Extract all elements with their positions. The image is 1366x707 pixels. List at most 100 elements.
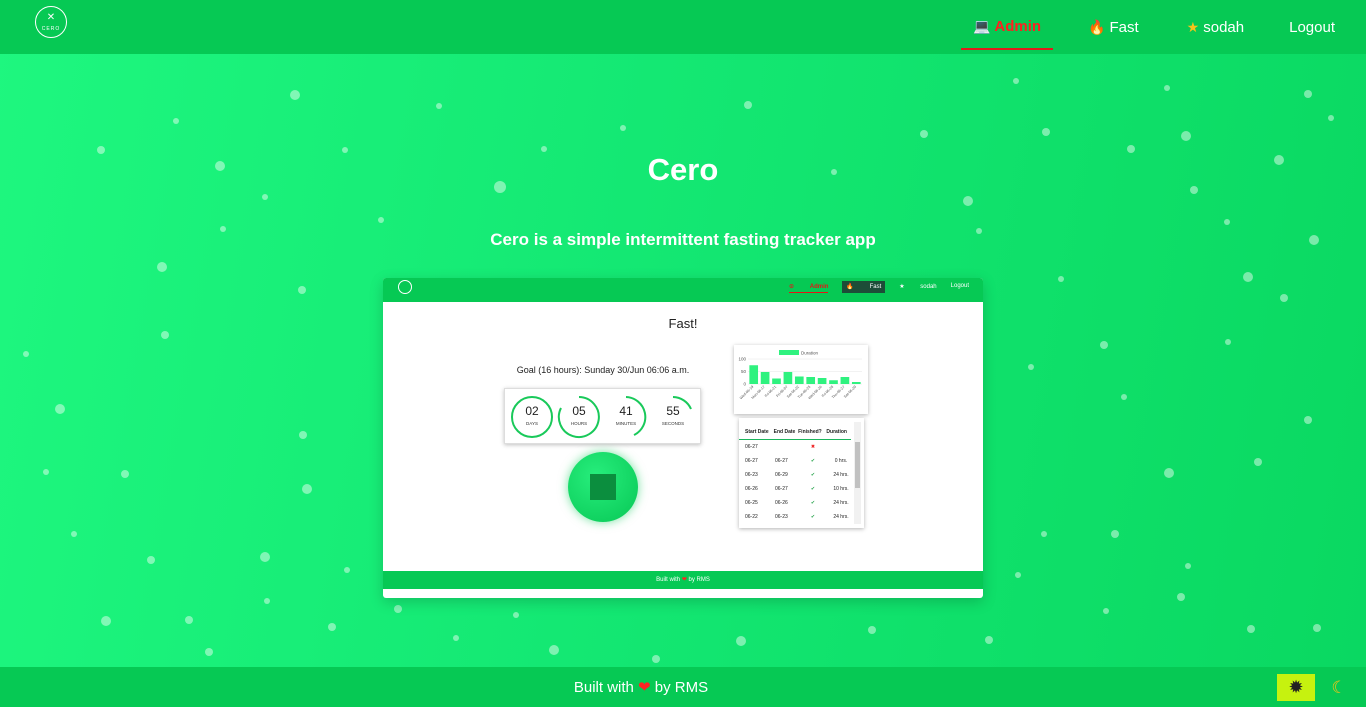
particle-dot [1304, 416, 1312, 424]
particle-dot [344, 567, 350, 573]
countdown-days: 02 DAYS [510, 395, 554, 439]
particle-dot [1243, 272, 1253, 282]
chart-bar [749, 365, 759, 384]
preview-nav-user: ★ sodah [899, 284, 937, 290]
particle-dot [744, 101, 752, 109]
nav-admin-link[interactable]: 💻 Admin [960, 4, 1054, 50]
countdown-seconds: 55 SECONDS [651, 395, 695, 439]
check-icon: ✔ [810, 486, 816, 492]
particle-dot [55, 404, 65, 414]
particle-dot [298, 286, 306, 294]
particle-dot [920, 130, 928, 138]
particle-dot [453, 635, 459, 641]
particle-dot [205, 648, 213, 656]
preview-logo [398, 280, 412, 294]
particle-dot [436, 103, 442, 109]
particle-dot [1224, 219, 1230, 225]
laptop-icon: 💻 [972, 17, 991, 34]
particle-dot [1013, 78, 1019, 84]
preview-duration-chart: 0 50 100 Duration Wed-06-19 Mon-06-17 Fri-06-2… [734, 345, 868, 414]
fire-icon: 🔥 [1088, 18, 1106, 35]
table-cell: 10 hrs. [833, 486, 849, 492]
particle-dot [1254, 458, 1262, 466]
table-cell: 06-25 [745, 500, 758, 506]
y-tick-label: 0 [743, 382, 746, 387]
particle-dot [1225, 339, 1231, 345]
check-icon: ✔ [810, 472, 816, 478]
particle-dot [1185, 563, 1191, 569]
preview-nav-fast: 🔥 Fast [842, 281, 886, 293]
particle-dot [1164, 468, 1174, 478]
preview-nav-admin: ⊙ Admin [789, 283, 829, 293]
chart-bar [772, 378, 781, 384]
preview-countdown: 02 DAYS 05 HOURS 41 MINUTES 55 SECONDS [504, 388, 701, 444]
particle-dot [302, 484, 312, 494]
nav-logout-link[interactable]: Logout [1277, 4, 1347, 50]
table-row: 06-26 06-27 ✔ 10 hrs. [739, 482, 864, 496]
x-tick-label: Sat-06-29 [843, 385, 857, 399]
particle-dot [328, 623, 336, 631]
cross-icon: ✖ [810, 444, 816, 450]
dark-theme-button[interactable]: ☾ [1326, 674, 1352, 701]
chart-bar [851, 382, 861, 384]
light-theme-button[interactable]: ✹ [1277, 674, 1315, 701]
particle-dot [1280, 294, 1288, 302]
history-table-body: 06-27 ✖ 06-27 06-27 ✔ 0 hrs. 06-23 06-29 ✔ 24 hrs… [739, 440, 864, 524]
particle-dot [290, 90, 300, 100]
particle-dot [1304, 90, 1312, 98]
nav-fast-label: Fast [1109, 18, 1139, 36]
nav-user-link[interactable]: ★ sodah [1175, 4, 1256, 50]
particle-dot [299, 431, 307, 439]
duration-chart-svg: 050100DurationWed-06-19Mon-06-17Fri-06-2… [738, 350, 862, 400]
particle-dot [652, 655, 660, 663]
preview-footer: Built with ❤ by RMS [383, 571, 983, 589]
chart-bar [783, 372, 793, 384]
nav-links: 💻 Admin 🔥 Fast ★ sodah Logout [960, 0, 1366, 54]
particle-dot [736, 636, 746, 646]
check-icon: ✔ [810, 500, 816, 506]
particle-dot [71, 531, 77, 537]
nav-user-label: sodah [1203, 18, 1245, 36]
table-row: 06-22 06-23 ✔ 24 hrs. [739, 510, 864, 524]
table-cell: 06-27 [775, 458, 788, 464]
app-logo[interactable]: ✕ CERO [35, 6, 67, 38]
nav-logout-label: Logout [1289, 18, 1335, 36]
particle-dot [378, 217, 384, 223]
particle-dot [161, 331, 169, 339]
legend-swatch [779, 350, 799, 355]
chart-bar [829, 380, 838, 384]
chart-bar [760, 372, 770, 384]
table-row: 06-27 ✖ [739, 440, 864, 454]
chart-bar [817, 378, 827, 384]
check-icon: ✔ [810, 514, 816, 520]
particle-dot [1103, 608, 1109, 614]
table-cell: 06-29 [775, 472, 788, 478]
particle-dot [985, 636, 993, 644]
particle-dot [620, 125, 626, 131]
heart-icon: ❤ [638, 679, 651, 696]
table-cell: 06-23 [745, 472, 758, 478]
preview-history-table: Start Date End Date Finished? Duration 0… [739, 418, 864, 528]
star-icon: ★ [1186, 18, 1200, 35]
footer-credit: Built with ❤ by RMS [573, 679, 709, 696]
chart-bar [840, 377, 850, 384]
particle-dot [1028, 364, 1034, 370]
particle-dot [157, 262, 167, 272]
particle-dot [121, 470, 129, 478]
legend-label: Duration [801, 351, 819, 356]
particle-dot [513, 612, 519, 618]
particle-dot [1058, 276, 1064, 282]
particle-dot [1313, 624, 1321, 632]
app-preview-image: ⊙ Admin 🔥 Fast ★ sodah Logout Fast! Goal… [383, 278, 983, 598]
particle-dot [1041, 531, 1047, 537]
logo-text: CERO [41, 25, 61, 32]
table-cell: 06-26 [745, 486, 758, 492]
nav-fast-link[interactable]: 🔥 Fast [1076, 4, 1151, 50]
particle-dot [1042, 128, 1050, 136]
y-tick-label: 100 [738, 357, 746, 362]
particle-dot [1015, 572, 1021, 578]
particle-dot [1247, 625, 1255, 633]
moon-icon: ☾ [1331, 677, 1347, 697]
table-cell: 06-27 [745, 444, 758, 450]
table-cell: 06-27 [745, 458, 758, 464]
